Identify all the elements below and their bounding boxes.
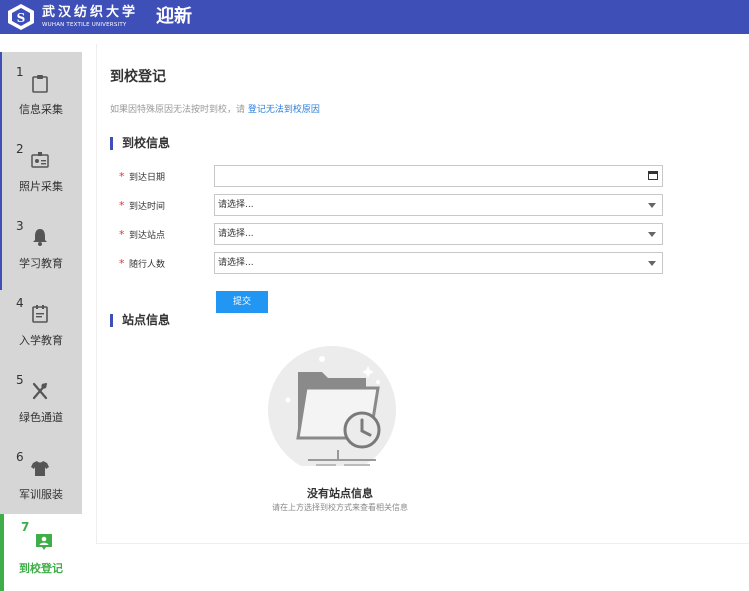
sidebar-item-label: 照片采集 [19, 180, 63, 193]
calendar-icon[interactable] [648, 171, 658, 180]
sidebar-item-study-education[interactable]: 3 学习教育 [0, 209, 82, 286]
required-mark: * [119, 199, 125, 212]
sidebar-item-green-channel[interactable]: 5 绿色通道 [0, 363, 82, 440]
chevron-down-icon [648, 232, 656, 237]
sidebar-item-photo-collection[interactable]: 2 照片采集 [0, 132, 82, 209]
step-number: 2 [16, 142, 24, 156]
arrival-time-value: 请选择... [218, 200, 254, 210]
required-mark: * [119, 257, 125, 270]
bell-icon [33, 229, 47, 246]
clipboard-icon [32, 75, 48, 93]
arrival-time-label: 到达时间 [129, 202, 166, 212]
sidebar-item-info-collection[interactable]: 1 信息采集 [0, 55, 82, 132]
arrival-station-select[interactable]: 请选择... [214, 223, 663, 245]
arrival-date-input[interactable] [214, 165, 663, 187]
sidebar-item-arrival-registration[interactable]: 7 到校登记 [0, 514, 82, 591]
arrival-date-row: * 到达日期 [110, 165, 670, 189]
page-title: 到校登记 [110, 69, 166, 85]
sidebar-item-label: 入学教育 [19, 334, 63, 347]
sidebar-item-label: 学习教育 [19, 257, 63, 270]
document-icon [32, 305, 48, 323]
companions-row: * 随行人数 请选择... [110, 252, 670, 276]
required-mark: * [119, 170, 125, 183]
step-number: 6 [16, 450, 24, 464]
tshirt-icon [31, 461, 49, 476]
sidebar-item-enrollment-education[interactable]: 4 入学教育 [0, 286, 82, 363]
person-badge-icon [36, 534, 52, 550]
empty-state-subtitle: 请在上方选择到校方式来查看相关信息 [272, 503, 408, 512]
chevron-down-icon [648, 203, 656, 208]
id-card-icon [31, 152, 49, 168]
empty-state-title: 没有站点信息 [307, 487, 373, 500]
arrival-station-value: 请选择... [218, 229, 254, 239]
sidebar-item-military-uniform[interactable]: 6 军训服装 [0, 440, 82, 517]
app-title: 迎新 [156, 6, 192, 27]
companions-value: 请选择... [218, 258, 254, 268]
chevron-down-icon [648, 261, 656, 266]
step-number: 3 [16, 219, 24, 233]
arrival-info-heading: 到校信息 [110, 137, 170, 150]
university-name-en: WUHAN TEXTILE UNIVERSITY [42, 22, 127, 28]
sidebar-item-label: 绿色通道 [19, 411, 63, 424]
university-name: 武汉纺织大学 WUHAN TEXTILE UNIVERSITY [42, 5, 138, 29]
arrival-date-label: 到达日期 [129, 173, 166, 183]
top-header: S 武汉纺织大学 WUHAN TEXTILE UNIVERSITY 迎新 [0, 0, 749, 34]
university-name-cn: 武汉纺织大学 [42, 5, 139, 20]
arrival-time-select[interactable]: 请选择... [214, 194, 663, 216]
register-absence-link[interactable]: 登记无法到校原因 [248, 105, 320, 115]
arrival-station-row: * 到达站点 请选择... [110, 223, 670, 247]
sidebar-gap [0, 34, 82, 52]
notice-message: 如果因特殊原因无法按时到校，请 [110, 105, 246, 115]
arrival-station-label: 到达站点 [129, 231, 166, 241]
step-number: 4 [16, 296, 24, 310]
submit-button[interactable]: 提交 [216, 291, 268, 313]
content-border [96, 543, 749, 544]
companions-select[interactable]: 请选择... [214, 252, 663, 274]
utensils-icon [32, 382, 48, 400]
arrival-time-row: * 到达时间 请选择... [110, 194, 670, 218]
sidebar-item-label: 到校登记 [19, 562, 63, 575]
step-number: 1 [16, 65, 24, 79]
content-border [96, 44, 97, 544]
university-logo-icon: S [8, 4, 34, 30]
step-number: 7 [21, 520, 30, 534]
svg-text:S: S [17, 11, 26, 25]
step-number: 5 [16, 373, 24, 387]
sidebar-item-label: 军训服装 [19, 488, 63, 501]
station-info-heading: 站点信息 [110, 314, 170, 327]
step-sidebar: 1 信息采集 2 照片采集 3 学习教育 4 入学教育 5 绿色通道 6 军训服… [0, 34, 82, 591]
required-mark: * [119, 228, 125, 241]
companions-label: 随行人数 [129, 260, 166, 270]
sidebar-item-label: 信息采集 [19, 103, 63, 116]
notice-text: 如果因特殊原因无法按时到校，请 登记无法到校原因 [110, 102, 320, 115]
empty-folder-clock-icon [268, 346, 396, 466]
